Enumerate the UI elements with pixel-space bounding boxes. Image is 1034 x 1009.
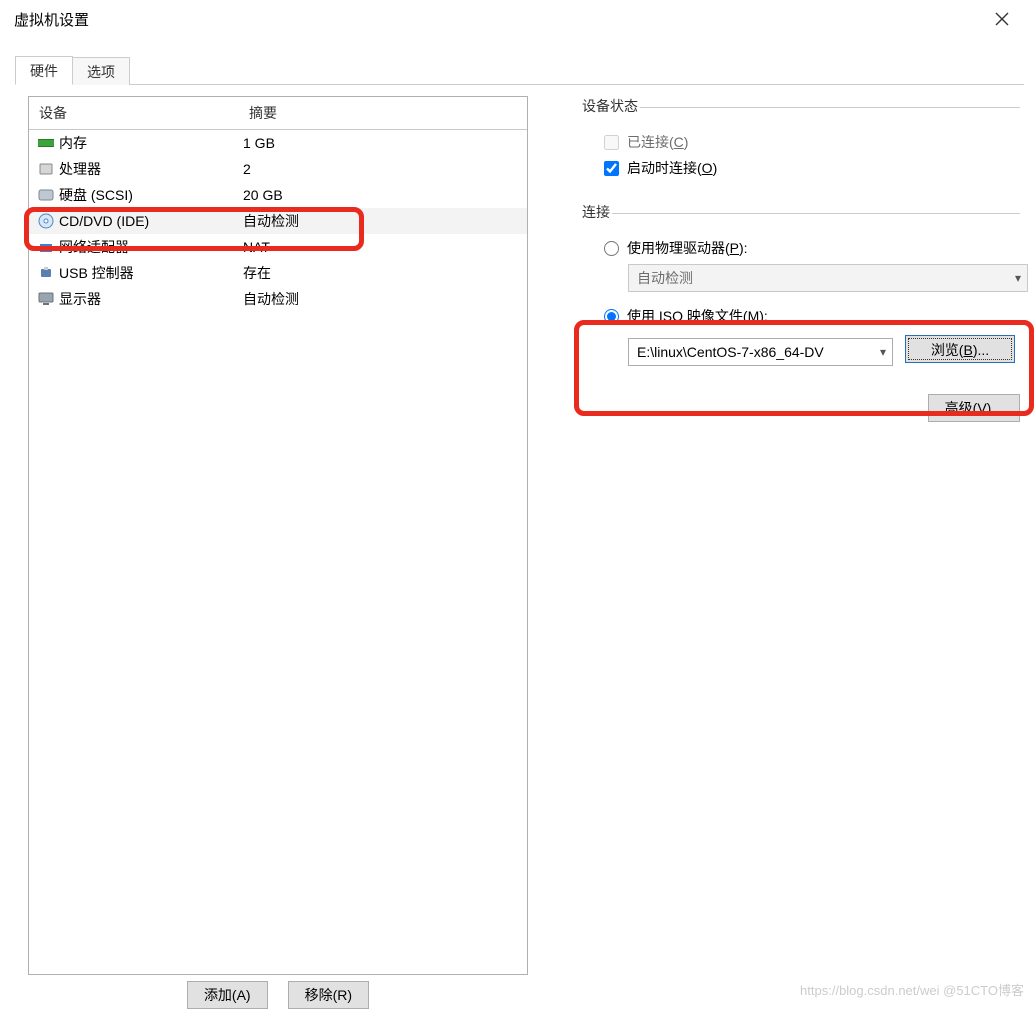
checkbox-connect-at-poweron-input[interactable]	[604, 161, 619, 176]
tab-hardware[interactable]: 硬件	[15, 56, 73, 85]
checkbox-connect-at-poweron-label: 启动时连接(O)	[627, 158, 717, 178]
remove-button-label: 移除(R)	[305, 987, 352, 1003]
device-summary: 存在	[243, 263, 519, 283]
chevron-down-icon: ▾	[874, 345, 886, 359]
radio-physical-drive-input[interactable]	[604, 241, 619, 256]
device-row-usb[interactable]: USB 控制器 存在	[29, 260, 527, 286]
disk-icon	[37, 187, 55, 203]
memory-icon	[37, 135, 55, 151]
checkbox-connected: 已连接(C)	[604, 132, 1020, 152]
device-row-memory[interactable]: 内存 1 GB	[29, 130, 527, 156]
remove-button[interactable]: 移除(R)	[288, 981, 369, 1009]
chevron-down-icon: ▾	[1009, 271, 1021, 285]
device-name: 内存	[59, 133, 87, 153]
checkbox-connect-at-poweron[interactable]: 启动时连接(O)	[604, 158, 1020, 178]
device-name: 显示器	[59, 289, 101, 309]
radio-iso-file-input[interactable]	[604, 309, 619, 324]
checkbox-connected-input	[604, 135, 619, 150]
radio-iso-file-label: 使用 ISO 映像文件(M):	[627, 306, 768, 326]
iso-path-combo[interactable]: E:\linux\CentOS-7-x86_64-DV ▾	[628, 338, 893, 366]
cpu-icon	[37, 161, 55, 177]
network-icon	[37, 239, 55, 255]
legend-connection: 连接	[580, 202, 612, 222]
device-name: CD/DVD (IDE)	[59, 213, 149, 229]
device-name: 网络适配器	[59, 237, 129, 257]
browse-button-label: 浏览(B)...	[931, 342, 989, 358]
physical-drive-value: 自动检测	[637, 268, 1009, 288]
device-name: 处理器	[59, 159, 101, 179]
fieldset-connection: 连接 使用物理驱动器(P): 自动检测 ▾ 使用 ISO 映像文件(M):	[580, 202, 1020, 366]
checkbox-connected-label: 已连接(C)	[627, 132, 688, 152]
radio-physical-drive-label: 使用物理驱动器(P):	[627, 238, 748, 258]
tab-options[interactable]: 选项	[72, 57, 130, 85]
physical-drive-combo: 自动检测 ▾	[628, 264, 1028, 292]
fieldset-device-status: 设备状态 已连接(C) 启动时连接(O)	[580, 96, 1020, 178]
device-summary: 自动检测	[243, 289, 519, 309]
device-summary: 20 GB	[243, 187, 519, 203]
device-name: USB 控制器	[59, 263, 134, 283]
device-name: 硬盘 (SCSI)	[59, 185, 133, 205]
device-summary: 1 GB	[243, 135, 519, 151]
device-summary: 自动检测	[243, 211, 519, 231]
device-action-bar: 添加(A) 移除(R)	[28, 981, 528, 1009]
window-title: 虚拟机设置	[14, 9, 89, 30]
device-summary: 2	[243, 161, 519, 177]
device-list-panel: 设备 摘要 内存 1 GB 处理器 2	[28, 96, 528, 975]
radio-physical-drive[interactable]: 使用物理驱动器(P):	[604, 238, 1020, 258]
add-button[interactable]: 添加(A)	[187, 981, 268, 1009]
cd-icon	[37, 213, 55, 229]
device-row-display[interactable]: 显示器 自动检测	[29, 286, 527, 312]
legend-device-status: 设备状态	[580, 96, 640, 116]
watermark: https://blog.csdn.net/wei @51CTO博客	[800, 980, 1024, 999]
column-device: 设备	[39, 103, 249, 123]
device-row-cd[interactable]: CD/DVD (IDE) 自动检测	[29, 208, 527, 234]
tab-underline	[15, 84, 1024, 85]
device-row-network[interactable]: 网络适配器 NAT	[29, 234, 527, 260]
device-row-disk[interactable]: 硬盘 (SCSI) 20 GB	[29, 182, 527, 208]
tabstrip: 硬件 选项	[15, 57, 129, 85]
close-icon[interactable]	[984, 1, 1020, 37]
device-summary: NAT	[243, 239, 519, 255]
usb-icon	[37, 265, 55, 281]
fieldset-line	[580, 107, 1020, 108]
add-button-label: 添加(A)	[204, 987, 251, 1003]
column-summary: 摘要	[249, 103, 277, 123]
radio-iso-file[interactable]: 使用 ISO 映像文件(M):	[604, 306, 1020, 326]
advanced-button-label: 高级(V)...	[945, 400, 1003, 416]
browse-button[interactable]: 浏览(B)...	[905, 335, 1015, 363]
display-icon	[37, 291, 55, 307]
window-titlebar: 虚拟机设置	[0, 0, 1034, 38]
device-row-cpu[interactable]: 处理器 2	[29, 156, 527, 182]
advanced-button[interactable]: 高级(V)...	[928, 394, 1020, 422]
iso-path-value: E:\linux\CentOS-7-x86_64-DV	[637, 344, 874, 360]
fieldset-line	[580, 213, 1020, 214]
device-list-header: 设备 摘要	[29, 97, 527, 130]
